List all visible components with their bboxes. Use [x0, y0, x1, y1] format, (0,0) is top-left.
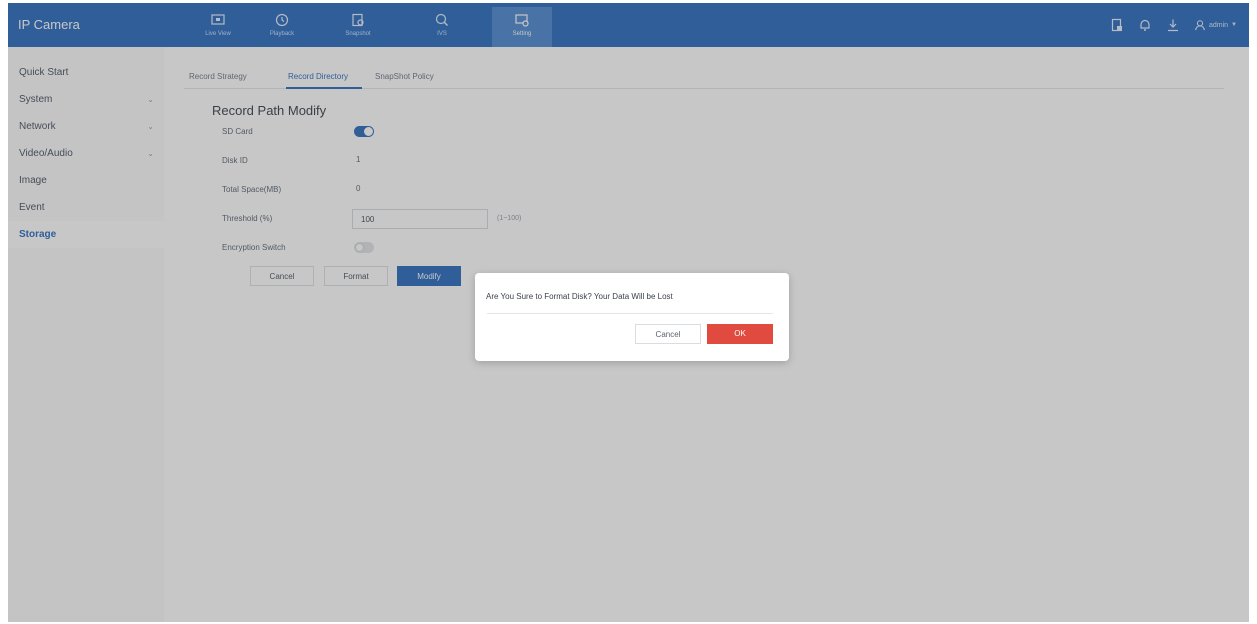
app-window: IP Camera Live View Playback Snapshot IV… [8, 3, 1249, 622]
format-confirm-dialog: Are You Sure to Format Disk? Your Data W… [475, 273, 789, 361]
dialog-cancel-button[interactable]: Cancel [635, 324, 701, 344]
dialog-message: Are You Sure to Format Disk? Your Data W… [486, 292, 673, 301]
dialog-divider [487, 313, 773, 314]
dialog-ok-button[interactable]: OK [707, 324, 773, 344]
